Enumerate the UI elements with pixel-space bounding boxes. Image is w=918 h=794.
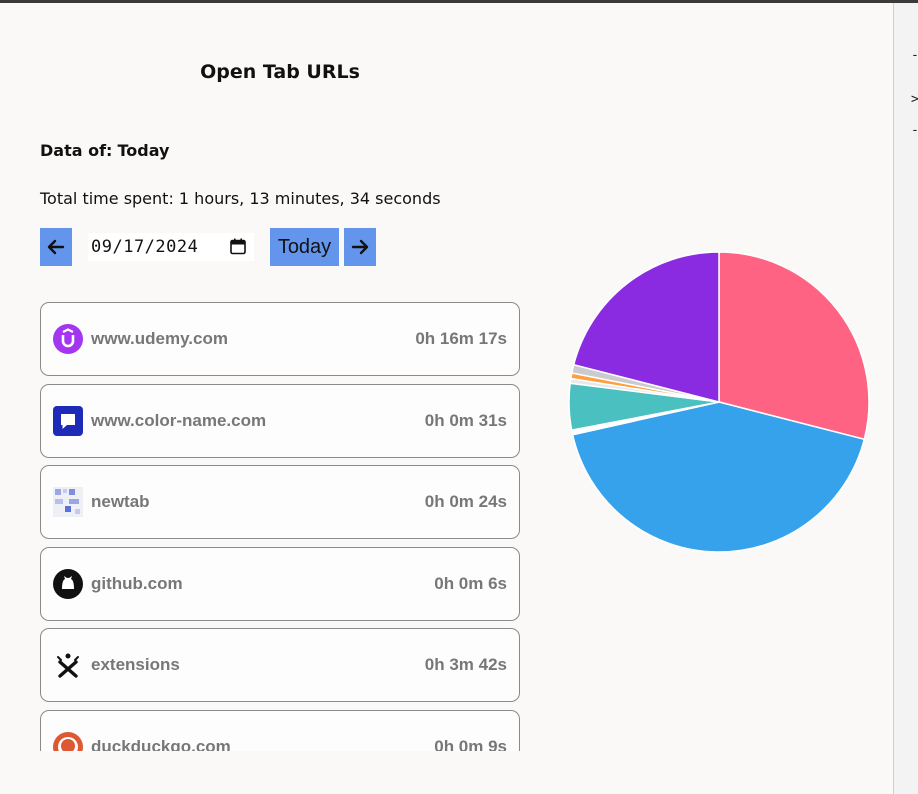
data-of-label: Data of: bbox=[40, 141, 113, 160]
site-card[interactable]: duckduckgo.com 0h 0m 9s bbox=[40, 710, 520, 751]
date-value: 09/17/2024 bbox=[91, 237, 199, 257]
total-time-text: Total time spent: 1 hours, 13 minutes, 3… bbox=[40, 189, 441, 208]
github-icon bbox=[53, 569, 83, 599]
site-card[interactable]: extensions 0h 3m 42s bbox=[40, 628, 520, 702]
site-card[interactable]: www.color-name.com 0h 0m 31s bbox=[40, 384, 520, 458]
data-of-line: Data of: Today bbox=[40, 141, 169, 160]
site-time: 0h 16m 17s bbox=[415, 329, 507, 348]
site-host: www.color-name.com bbox=[91, 411, 267, 430]
date-input[interactable]: 09/17/2024 bbox=[88, 233, 254, 261]
background-glyph: - bbox=[911, 123, 918, 138]
site-time: 0h 0m 24s bbox=[424, 492, 507, 511]
background-glyph: > bbox=[911, 92, 918, 107]
site-list[interactable]: www.udemy.com 0h 16m 17s www.color-name.… bbox=[40, 302, 521, 751]
data-of-value: Today bbox=[117, 141, 170, 160]
duckduckgo-icon bbox=[53, 732, 83, 751]
extensions-icon bbox=[57, 653, 79, 678]
time-pie-chart bbox=[568, 251, 870, 553]
site-host: newtab bbox=[91, 492, 150, 511]
site-host: www.udemy.com bbox=[91, 329, 228, 348]
extension-popup: Open Tab URLs Data of: Today Total time s… bbox=[0, 3, 893, 794]
calendar-icon[interactable] bbox=[230, 238, 246, 255]
site-card[interactable]: newtab 0h 0m 24s bbox=[40, 465, 520, 539]
arrow-right-icon bbox=[351, 239, 369, 255]
site-card[interactable]: www.udemy.com 0h 16m 17s bbox=[40, 302, 520, 376]
background-glyph: - bbox=[911, 48, 918, 63]
arrow-left-icon bbox=[47, 239, 65, 255]
site-time: 0h 3m 42s bbox=[424, 655, 507, 674]
next-day-button[interactable] bbox=[344, 228, 376, 266]
site-host: extensions bbox=[91, 655, 180, 674]
previous-day-button[interactable] bbox=[40, 228, 72, 266]
newtab-icon bbox=[53, 487, 83, 517]
site-host: github.com bbox=[91, 574, 183, 593]
background-page-strip bbox=[893, 3, 918, 794]
site-time: 0h 0m 9s bbox=[434, 737, 507, 751]
site-time: 0h 0m 31s bbox=[424, 411, 507, 430]
strip-edge bbox=[893, 3, 894, 794]
color-name-icon bbox=[53, 406, 83, 436]
page-title: Open Tab URLs bbox=[200, 61, 360, 83]
udemy-icon bbox=[53, 324, 83, 354]
site-time: 0h 0m 6s bbox=[434, 574, 507, 593]
today-button[interactable]: Today bbox=[270, 228, 339, 266]
site-host: duckduckgo.com bbox=[91, 737, 231, 751]
site-card[interactable]: github.com 0h 0m 6s bbox=[40, 547, 520, 621]
